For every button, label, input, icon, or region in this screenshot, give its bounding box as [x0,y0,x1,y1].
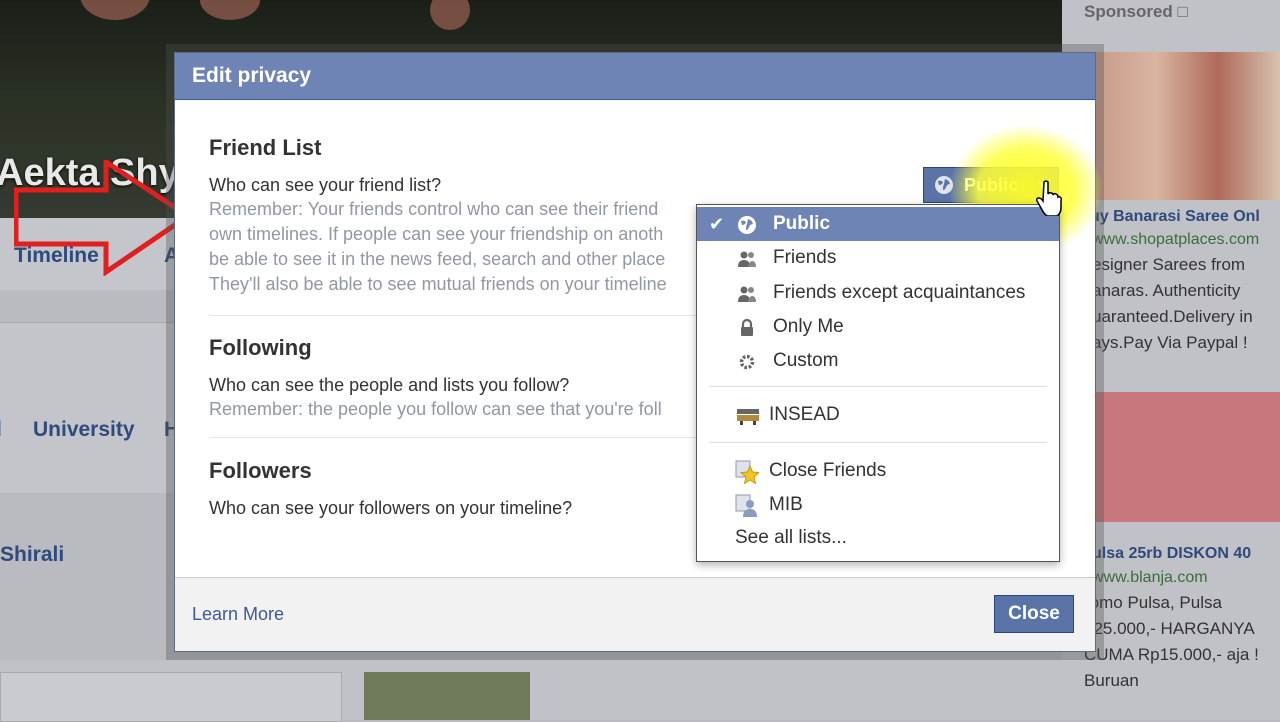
note-line: They'll also be able to see mutual frien… [209,274,667,294]
menu-item-close-friends[interactable]: Close Friends [697,454,1059,488]
ad-text-line: romo Pulsa, Pulsa [1084,593,1222,612]
note-line: be able to see it in the news feed, sear… [209,249,666,269]
dialog-footer: Learn More Close [175,577,1095,651]
sponsored-heading: Sponsored □ [1084,2,1188,21]
menu-item-label: Friends [773,247,837,268]
education-link[interactable]: University [33,418,135,442]
divider [209,437,699,438]
close-button[interactable]: Close [994,595,1074,633]
cover-decoration [430,0,470,30]
privacy-dropdown-menu: ✔ Public Friends Friends except acquaint… [696,204,1060,562]
school-icon [737,409,759,425]
ad-text-line: anaras. Authenticity [1092,281,1241,300]
pulsa-ad-image[interactable] [1094,392,1280,522]
timeline-card [0,672,342,722]
globe-icon [935,176,953,194]
saree-ad-image[interactable] [1094,52,1280,200]
menu-separator [709,386,1047,387]
friend-photo[interactable] [364,672,530,720]
note-line: own timelines. If people can see your fr… [209,224,664,244]
cover-decoration [80,0,150,20]
menu-item-public[interactable]: ✔ Public [697,207,1059,241]
section-question: Who can see the people and lists you fol… [209,375,570,395]
note-line: Remember: Your friends control who can s… [209,199,659,219]
dialog-title: Edit privacy [175,53,1095,100]
ad-choice-icon[interactable]: □ [1178,2,1188,21]
ad-text-line: esigner Sarees from [1092,255,1246,274]
section-title: Friend List [209,135,322,160]
friends-icon [738,251,756,267]
menu-item-friends-except-acquaintances[interactable]: Friends except acquaintances [697,276,1059,310]
ad-url: www.blanja.com [1092,569,1208,586]
ad-title[interactable]: uy Banarasi Saree Onl [1090,208,1260,226]
menu-item-friends[interactable]: Friends [697,241,1059,275]
menu-item-see-all-lists[interactable]: See all lists... [697,521,1059,555]
ad-text-line: CUMA Rp15.000,- aja ! [1084,645,1259,664]
menu-item-label: Public [773,213,831,234]
menu-item-insead[interactable]: INSEAD [697,398,1059,432]
section-title: Followers [209,458,312,483]
ad-description: esigner Sarees from anaras. Authenticity… [1092,252,1253,356]
ad-text-line: ays.Pay Via Paypal ! [1092,333,1248,352]
cover-decoration [200,0,260,20]
red-arrow-annotation [14,160,193,276]
section-question: Who can see your followers on your timel… [209,498,573,518]
learn-more-link[interactable]: Learn More [192,604,284,625]
menu-item-label: Friends except acquaintances [773,282,1026,303]
star-icon [735,460,759,484]
menu-item-label: Custom [773,350,839,371]
menu-item-label: See all lists... [735,527,847,548]
menu-item-label: Only Me [773,316,844,337]
section-note: Remember: Your friends control who can s… [209,197,667,297]
globe-icon [738,216,756,234]
section-note: Remember: the people you follow can see … [209,399,662,419]
friend-name-link[interactable]: Shirali [0,543,64,567]
person-list-icon [735,494,757,517]
menu-item-label: MIB [769,494,803,515]
ad-description: romo Pulsa, Pulsa p25.000,- HARGANYA CUM… [1084,590,1259,694]
menu-item-custom[interactable]: Custom [697,344,1059,378]
check-icon: ✔ [709,214,725,234]
work-link[interactable]: l [0,418,2,442]
menu-item-mib[interactable]: MIB [697,488,1059,522]
menu-separator [709,442,1047,443]
divider [209,315,699,316]
ad-text-line: Buruan [1084,671,1139,690]
menu-item-only-me[interactable]: Only Me [697,310,1059,344]
lock-icon [741,318,753,336]
menu-item-label: Close Friends [769,460,887,481]
hand-pointer-cursor [1036,180,1062,216]
section-title: Following [209,335,312,360]
ad-text-line: uaranteed.Delivery in [1092,307,1253,326]
section-question: Who can see your friend list? [209,175,442,195]
privacy-value: Public [964,174,1019,195]
ad-text-line: p25.000,- HARGANYA [1084,619,1255,638]
following-section: Following Who can see the people and lis… [209,335,662,422]
friend-list-section: Friend List Who can see your friend list… [209,135,667,297]
ad-title[interactable]: ulsa 25rb DISKON 40 [1092,545,1251,563]
friends-icon [738,286,756,302]
menu-item-label: INSEAD [769,404,840,425]
gear-icon [739,354,755,370]
ad-url: www.shopatplaces.com [1092,231,1260,248]
followers-section: Followers Who can see your followers on … [209,458,572,519]
